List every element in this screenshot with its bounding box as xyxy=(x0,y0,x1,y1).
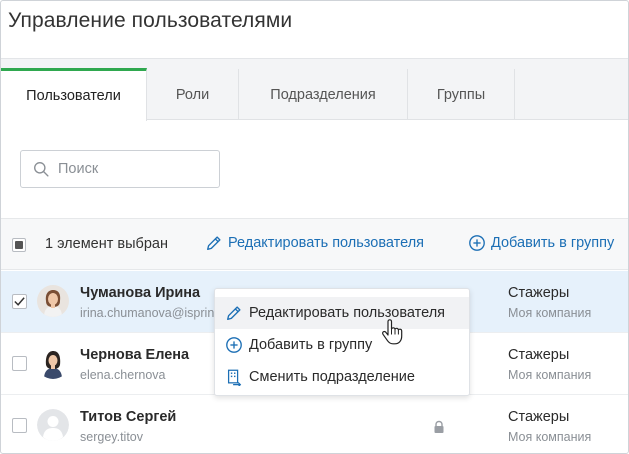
tab-users[interactable]: Пользователи xyxy=(1,68,147,121)
user-name[interactable]: Чернова Елена xyxy=(80,347,189,363)
avatar xyxy=(37,285,69,317)
menu-item-change-department[interactable]: Сменить подразделение xyxy=(215,361,469,393)
page-title: Управление пользователями xyxy=(8,9,293,32)
app-window: Управление пользователями Пользователи Р… xyxy=(0,0,629,454)
user-login: sergey.titov xyxy=(80,430,143,444)
context-menu: Редактировать пользователя Добавить в гр… xyxy=(214,288,470,396)
partial-check-mark xyxy=(15,241,23,249)
row-checkbox[interactable] xyxy=(12,418,27,433)
user-login: elena.chernova xyxy=(80,368,166,382)
table-row[interactable]: Титов Сергей sergey.titov Стажеры Моя ко… xyxy=(1,395,628,453)
user-group: Стажеры xyxy=(508,347,570,363)
avatar xyxy=(37,347,69,379)
tab-groups[interactable]: Группы xyxy=(408,69,515,120)
search-box[interactable] xyxy=(20,150,220,188)
user-group: Стажеры xyxy=(508,285,570,301)
user-company: Моя компания xyxy=(508,430,592,444)
menu-item-edit-user[interactable]: Редактировать пользователя xyxy=(215,297,469,329)
check-icon xyxy=(14,297,25,306)
row-checkbox[interactable] xyxy=(12,356,27,371)
user-name[interactable]: Чуманова Ирина xyxy=(80,285,200,301)
selection-toolbar: 1 элемент выбран Редактировать пользоват… xyxy=(1,218,628,270)
user-company: Моя компания xyxy=(508,306,592,320)
pencil-icon xyxy=(227,306,241,320)
tab-bar: Пользователи Роли Подразделения Группы xyxy=(1,58,628,121)
user-name[interactable]: Титов Сергей xyxy=(80,409,176,425)
row-checkbox[interactable] xyxy=(12,294,27,309)
hand-pointer-cursor-icon xyxy=(382,319,403,345)
menu-item-label: Добавить в группу xyxy=(249,337,373,353)
selection-count: 1 элемент выбран xyxy=(45,236,168,252)
search-input[interactable] xyxy=(58,161,208,177)
user-login: irina.chumanova@ispring xyxy=(80,306,216,320)
select-all-checkbox[interactable] xyxy=(12,238,26,252)
tab-roles[interactable]: Роли xyxy=(147,69,239,120)
add-to-group-label: Добавить в группу xyxy=(491,235,615,251)
lock-icon xyxy=(434,420,444,433)
plus-circle-icon xyxy=(469,235,485,251)
menu-item-label: Редактировать пользователя xyxy=(249,305,446,321)
pencil-icon xyxy=(207,236,221,250)
plus-circle-icon xyxy=(226,337,242,353)
user-group: Стажеры xyxy=(508,409,570,425)
edit-user-button[interactable]: Редактировать пользователя xyxy=(205,234,424,252)
menu-item-add-to-group[interactable]: Добавить в группу xyxy=(215,329,469,361)
edit-user-label: Редактировать пользователя xyxy=(228,235,425,251)
tab-departments[interactable]: Подразделения xyxy=(239,69,408,120)
building-swap-icon xyxy=(227,369,242,386)
search-icon xyxy=(34,161,49,177)
menu-item-label: Сменить подразделение xyxy=(249,369,415,385)
placeholder-avatar-icon xyxy=(37,409,69,441)
add-to-group-button[interactable]: Добавить в группу xyxy=(468,234,614,252)
user-company: Моя компания xyxy=(508,368,592,382)
